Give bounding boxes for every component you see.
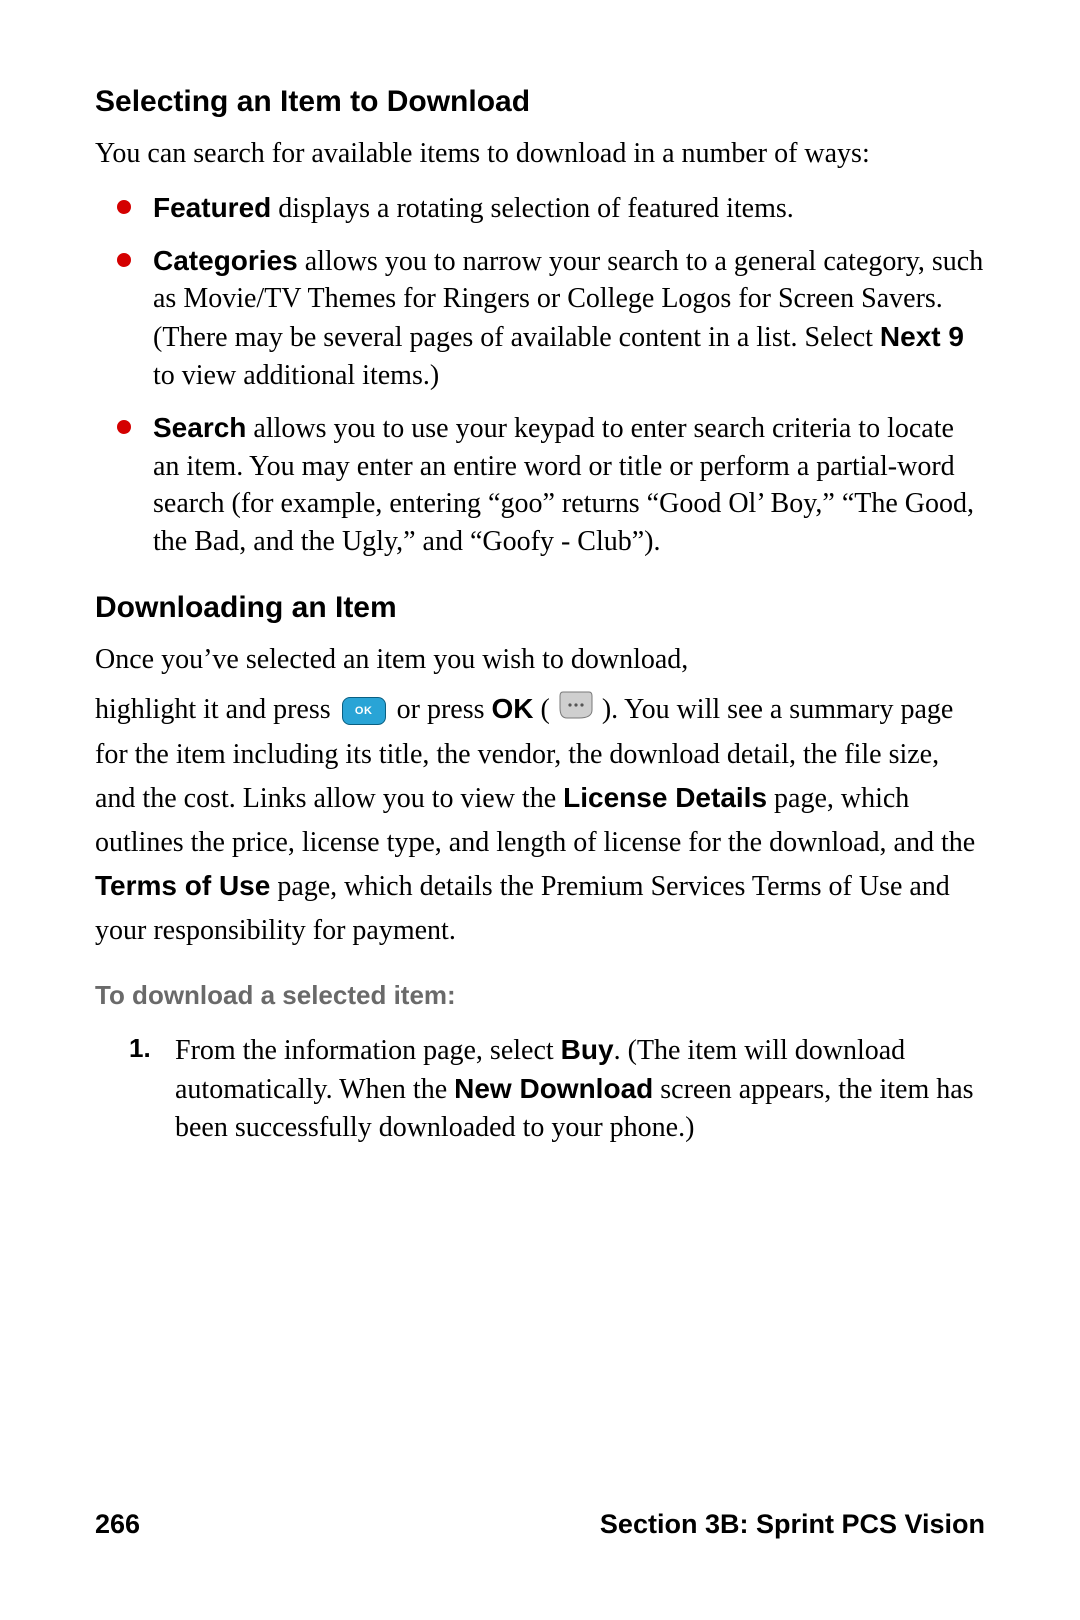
text-segment: highlight it and press	[95, 694, 338, 725]
text-segment: or press	[397, 694, 492, 725]
download-para-2: highlight it and press or press OK ( ). …	[95, 687, 985, 952]
search-methods-list: Featured displays a rotating selection o…	[95, 189, 985, 561]
list-item: Featured displays a rotating selection o…	[95, 189, 985, 228]
bullet-icon	[117, 200, 131, 214]
ok-label: OK	[492, 693, 534, 724]
ok-key-icon	[342, 697, 386, 725]
list-item: Search allows you to use your keypad to …	[95, 409, 985, 561]
step-number: 1.	[129, 1031, 151, 1066]
intro-paragraph: You can search for available items to do…	[95, 135, 985, 173]
section-label: Section 3B: Sprint PCS Vision	[600, 1509, 985, 1540]
term-categories: Categories	[153, 245, 298, 276]
text-segment: (	[541, 694, 550, 725]
term-featured: Featured	[153, 192, 271, 223]
term-new-download: New Download	[454, 1073, 653, 1104]
list-item-text: displays a rotating selection of feature…	[271, 193, 794, 224]
list-item-text: to view additional items.)	[153, 360, 439, 391]
step-text: From the information page, select	[175, 1035, 561, 1066]
list-item: 1. From the information page, select Buy…	[95, 1031, 985, 1146]
term-license-details: License Details	[563, 782, 767, 813]
term-next9: Next 9	[880, 321, 964, 352]
term-terms-of-use: Terms of Use	[95, 870, 270, 901]
subheading-to-download: To download a selected item:	[95, 980, 985, 1011]
bullet-icon	[117, 420, 131, 434]
download-para-1: Once you’ve selected an item you wish to…	[95, 641, 985, 679]
bullet-icon	[117, 253, 131, 267]
softkey-icon	[559, 690, 593, 733]
list-item-text: allows you to use your keypad to enter s…	[153, 413, 974, 557]
page-number: 266	[95, 1509, 140, 1540]
heading-downloading: Downloading an Item	[95, 591, 985, 625]
term-search: Search	[153, 412, 246, 443]
download-steps: 1. From the information page, select Buy…	[95, 1031, 985, 1146]
list-item: Categories allows you to narrow your sea…	[95, 242, 985, 395]
document-page: Selecting an Item to Download You can se…	[0, 0, 1080, 1620]
page-footer: 266 Section 3B: Sprint PCS Vision	[95, 1509, 985, 1540]
term-buy: Buy	[561, 1034, 614, 1065]
heading-selecting: Selecting an Item to Download	[95, 85, 985, 119]
